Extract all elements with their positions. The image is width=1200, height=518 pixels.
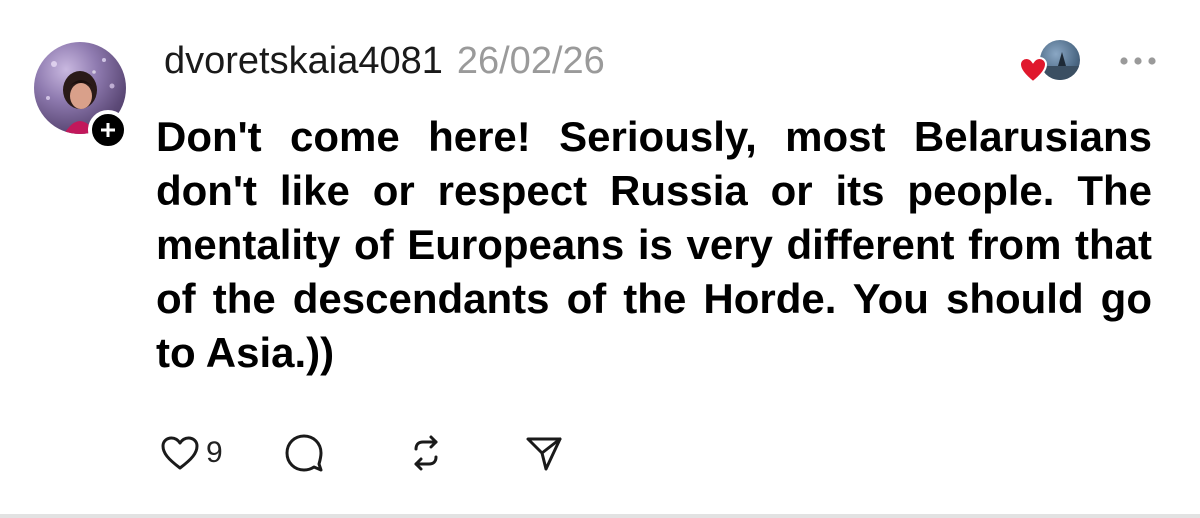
username[interactable]: dvoretskaia4081 — [164, 40, 443, 83]
more-dots-icon — [1120, 57, 1156, 65]
post-date: 26/02/26 — [456, 40, 605, 82]
heart-outline-icon — [161, 436, 199, 470]
comment-icon — [285, 434, 323, 472]
post-divider — [0, 514, 1200, 518]
like-button[interactable]: 9 — [160, 435, 284, 471]
share-button[interactable] — [524, 433, 574, 473]
heart-icon — [1018, 56, 1048, 84]
post-header: dvoretskaia4081 26/02/26 — [164, 40, 605, 90]
follow-button[interactable] — [88, 110, 128, 150]
reply-avatars[interactable] — [1018, 40, 1082, 86]
comment-button[interactable] — [284, 433, 406, 473]
post-text: Don't come here! Seriously, most Belarus… — [156, 113, 1152, 376]
repost-button[interactable] — [406, 433, 524, 473]
action-bar: 9 — [160, 428, 574, 478]
repost-icon — [414, 435, 438, 471]
plus-icon — [101, 123, 115, 137]
like-count: 9 — [206, 436, 223, 469]
more-options-button[interactable] — [1116, 46, 1160, 76]
send-icon — [526, 437, 562, 471]
thread-post: dvoretskaia4081 26/02/26 Don't come here… — [0, 0, 1200, 518]
